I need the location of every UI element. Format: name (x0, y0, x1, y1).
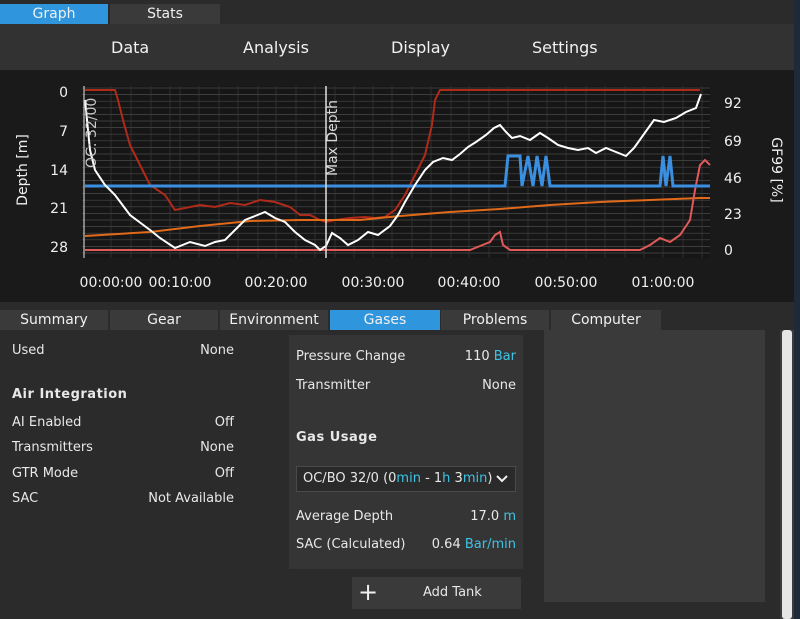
tab-graph[interactable]: Graph (0, 4, 108, 24)
tank-details-panel: Pressure Change 110 Bar Transmitter None… (289, 335, 523, 569)
x-tick: 00:30:00 (342, 275, 405, 291)
add-tank-button[interactable]: + Add Tank (352, 577, 521, 609)
x-tick: 00:40:00 (438, 275, 501, 291)
details-tab-bar: Summary Gear Environment Gases Problems … (0, 302, 800, 330)
x-tick: 00:10:00 (149, 275, 212, 291)
avg-depth-value: 17.0 m (470, 509, 516, 524)
x-tick: 00:20:00 (245, 275, 308, 291)
ylabel-right: GF99 [%] (768, 137, 784, 202)
avg-depth-row: Average Depth 17.0 m (296, 509, 516, 527)
left-tick: 0 (59, 85, 68, 101)
transmitters-row: Transmitters None (12, 440, 234, 458)
scrollbar-thumb[interactable] (782, 330, 792, 619)
sac-calc-value: 0.64 Bar/min (431, 537, 516, 552)
menu-analysis[interactable]: Analysis (243, 38, 309, 57)
top-tab-bar: Graph Stats (0, 0, 800, 24)
right-tick: 46 (724, 171, 742, 187)
ai-enabled-row: AI Enabled Off (12, 415, 234, 433)
gas-annotation: OC: 32/00 (84, 98, 100, 168)
right-tick: 0 (724, 243, 733, 259)
transmitter-value[interactable]: None (482, 378, 516, 393)
tab-environment[interactable]: Environment (220, 310, 328, 330)
transmitters-label: Transmitters (12, 440, 93, 455)
max-depth-annotation: Max Depth (325, 100, 341, 176)
avg-depth-label: Average Depth (296, 509, 394, 524)
plot-area (82, 86, 710, 258)
plus-icon: + (358, 578, 379, 606)
chevron-down-icon (495, 467, 509, 499)
ai-enabled-label: AI Enabled (12, 415, 82, 430)
menu-bar: Data Analysis Display Settings (0, 24, 800, 70)
tab-problems[interactable]: Problems (441, 310, 549, 330)
gtr-mode-value[interactable]: Off (215, 466, 234, 481)
add-tank-label: Add Tank (423, 585, 482, 600)
gas-usage-title: Gas Usage (296, 430, 378, 445)
menu-settings[interactable]: Settings (532, 38, 598, 57)
sac-row: SAC Not Available (12, 491, 234, 509)
pressure-change-label: Pressure Change (296, 349, 406, 364)
right-tick: 23 (724, 207, 742, 223)
pressure-unit: Bar (493, 349, 516, 364)
menu-data[interactable]: Data (111, 38, 149, 57)
pressure-change-row: Pressure Change 110 Bar (296, 349, 516, 367)
x-tick: 01:00:00 (632, 275, 695, 291)
sac-value: Not Available (148, 491, 234, 506)
left-tick: 14 (50, 163, 68, 179)
left-tick: 21 (50, 201, 68, 217)
left-tick: 28 (50, 240, 68, 256)
tab-gases[interactable]: Gases (330, 310, 440, 330)
pressure-change-value: 110 Bar (464, 349, 516, 364)
sac-calc-label: SAC (Calculated) (296, 537, 406, 552)
chart-svg: Depth [m] GF99 [%] 0 7 14 21 28 92 69 46… (15, 85, 784, 291)
window-edge (794, 0, 800, 619)
transmitters-value[interactable]: None (200, 440, 234, 455)
x-tick: 00:50:00 (535, 275, 598, 291)
ylabel-left: Depth [m] (15, 134, 31, 206)
tab-summary[interactable]: Summary (0, 310, 108, 330)
right-tick: 92 (724, 96, 742, 112)
ai-enabled-value[interactable]: Off (215, 415, 234, 430)
tank-list-panel (544, 330, 765, 602)
tab-computer[interactable]: Computer (551, 310, 661, 330)
transmitter-label: Transmitter (296, 378, 371, 393)
x-tick: 00:00:00 (80, 275, 143, 291)
used-label: Used (12, 343, 45, 358)
tab-gear[interactable]: Gear (110, 310, 218, 330)
gas-usage-dropdown[interactable]: OC/BO 32/0 (0min - 1h 3min) (296, 466, 516, 492)
right-tick: 69 (724, 134, 742, 150)
tab-stats[interactable]: Stats (110, 4, 220, 24)
sac-label: SAC (12, 491, 39, 506)
gtr-mode-row: GTR Mode Off (12, 466, 234, 484)
gtr-mode-label: GTR Mode (12, 466, 79, 481)
used-value: None (200, 343, 234, 358)
transmitter-row: Transmitter None (296, 378, 516, 396)
air-integration-panel: Used None Air Integration AI Enabled Off… (0, 330, 282, 619)
air-integration-title: Air Integration (12, 387, 128, 402)
left-tick: 7 (59, 124, 68, 140)
sac-calc-row: SAC (Calculated) 0.64 Bar/min (296, 537, 516, 555)
used-row: Used None (12, 343, 234, 361)
dive-profile-chart[interactable]: Depth [m] GF99 [%] 0 7 14 21 28 92 69 46… (0, 70, 800, 302)
menu-display[interactable]: Display (391, 38, 450, 57)
scrollbar[interactable] (780, 330, 794, 619)
